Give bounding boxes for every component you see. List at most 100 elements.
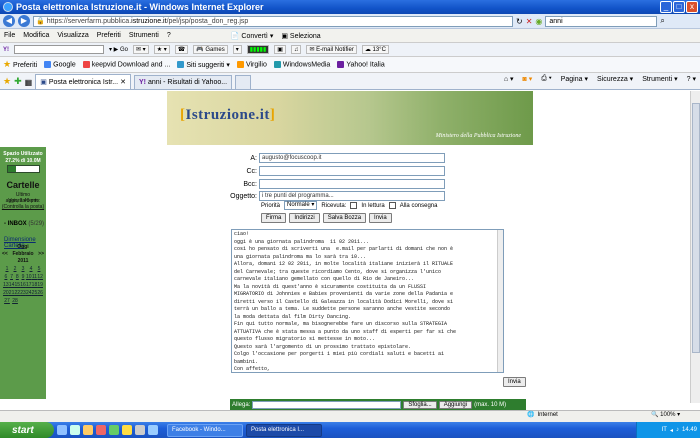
browse-button[interactable]: Sfoglia... <box>403 400 437 409</box>
calendar-today[interactable]: Oggi <box>2 244 44 251</box>
calendar-day[interactable]: 12 <box>37 273 43 281</box>
tools-menu[interactable]: Strumenti ▾ <box>642 75 677 83</box>
go-button[interactable]: ▾ ▶ Go <box>109 46 128 53</box>
email-notifier-button[interactable]: ✉ E-mail Notifier <box>306 45 357 54</box>
volume-icon[interactable]: ♪ <box>676 427 679 433</box>
select-button[interactable]: ▣ Seleziona <box>281 32 320 40</box>
scrollbar-thumb[interactable] <box>692 103 700 353</box>
menu-file[interactable]: File <box>4 32 15 39</box>
send-button-bottom[interactable]: Invia <box>503 377 526 387</box>
minimize-button[interactable]: _ <box>660 1 672 13</box>
start-button[interactable]: start <box>0 422 54 438</box>
add-favorite-icon[interactable]: ✚ <box>14 76 22 87</box>
calendar-day[interactable]: 26 <box>37 289 43 297</box>
tab-list-icon[interactable]: ▦ <box>25 78 33 87</box>
calendar-day[interactable]: 1 <box>3 265 11 273</box>
message-scrollbar[interactable] <box>497 230 503 372</box>
zoom-control[interactable]: 🔍 100% ▾ <box>651 411 680 418</box>
favorites-button[interactable]: ★ Preferiti <box>3 59 37 70</box>
toolbar-chip[interactable]: ▾ <box>232 45 242 54</box>
convert-button[interactable]: 📄 Convertì ▾ <box>231 32 274 40</box>
send-button[interactable]: Invia <box>369 213 392 223</box>
toolbar-chip[interactable]: ☎ <box>174 45 189 54</box>
cc-field[interactable] <box>259 166 445 176</box>
calendar-day[interactable]: 2 <box>11 265 19 273</box>
quicklaunch-app-icon[interactable] <box>122 425 132 435</box>
forward-icon[interactable]: ▶ <box>18 15 30 27</box>
tray-icon[interactable]: ◂ <box>670 427 673 434</box>
fav-windowsmedia[interactable]: WindowsMedia <box>273 60 330 68</box>
menu-help[interactable]: ? <box>167 32 171 39</box>
page-scrollbar[interactable] <box>690 91 700 403</box>
weather-widget[interactable]: ☁ 13°C <box>361 45 389 54</box>
quicklaunch-app-icon[interactable] <box>148 425 158 435</box>
mobile-widget[interactable]: ▮▮▮▮▮ <box>246 45 270 54</box>
bcc-field[interactable] <box>259 179 445 189</box>
feeds-icon[interactable]: ◙ ▾ <box>523 75 533 83</box>
back-icon[interactable]: ◀ <box>3 15 15 27</box>
add-attachment-button[interactable]: Aggiungi <box>438 400 473 409</box>
toolbar-search-field[interactable] <box>14 45 104 54</box>
calendar-day[interactable]: 5 <box>35 265 43 273</box>
toolbar-chip[interactable]: ★ ▾ <box>153 45 170 54</box>
fav-suggested[interactable]: Siti suggeriti ▾ <box>177 61 230 69</box>
calendar-day[interactable]: 3 <box>19 265 27 273</box>
calendar-day[interactable]: 28 <box>11 297 19 305</box>
calendar-day[interactable]: 19 <box>37 281 43 289</box>
print-icon[interactable]: ⎙ ▾ <box>541 75 552 83</box>
favorites-center-icon[interactable]: ★ <box>3 76 11 87</box>
calendar-next[interactable]: >> <box>38 251 44 265</box>
lang-indicator[interactable]: IT <box>662 427 667 433</box>
quicklaunch-ie-icon[interactable] <box>57 425 67 435</box>
attach-file-field[interactable] <box>252 400 402 409</box>
calendar-day[interactable]: 4 <box>27 265 35 273</box>
games-button[interactable]: 🎮 Games <box>193 45 228 54</box>
tab-close-icon[interactable]: ✕ <box>120 78 126 86</box>
addresses-button[interactable]: Indirizzi <box>289 213 320 223</box>
task-facebook[interactable]: Facebook - Windo... <box>167 423 243 437</box>
check-mail-link[interactable]: (Controlla la posta) <box>0 204 46 210</box>
fav-keepvid[interactable]: keepvid Download and ... <box>82 60 170 68</box>
close-button[interactable]: x <box>686 1 698 13</box>
toolbar-chip[interactable]: ✉ ▾ <box>132 45 149 54</box>
fav-google[interactable]: Google <box>44 60 76 68</box>
menu-tools[interactable]: Strumenti <box>129 32 159 39</box>
priority-select[interactable]: Normale ▾ <box>284 201 318 210</box>
home-icon[interactable]: ⌂ ▾ <box>504 75 514 83</box>
menu-view[interactable]: Visualizza <box>57 32 88 39</box>
sign-button[interactable]: Firma <box>261 213 287 223</box>
quicklaunch-desktop-icon[interactable] <box>70 425 80 435</box>
security-menu[interactable]: Sicurezza ▾ <box>597 75 633 83</box>
stop-icon[interactable]: ✕ <box>526 17 533 26</box>
subject-field[interactable]: i tre punti del programma... <box>259 191 445 201</box>
quicklaunch-app-icon[interactable] <box>135 425 145 435</box>
maximize-button[interactable]: □ <box>673 1 685 13</box>
calendar-day[interactable]: 27 <box>3 297 11 305</box>
menu-favorites[interactable]: Preferiti <box>97 32 121 39</box>
fav-yahoo[interactable]: Yahoo! Italia <box>337 60 385 68</box>
save-draft-button[interactable]: Salva Bozza <box>322 213 367 223</box>
search-provider-icon[interactable]: ◉ <box>535 17 542 26</box>
toolbar-chip[interactable]: ♫ <box>290 45 302 54</box>
new-tab-button[interactable] <box>235 75 252 89</box>
refresh-icon[interactable]: ↻ <box>516 17 523 26</box>
quicklaunch-media-icon[interactable] <box>83 425 93 435</box>
menu-edit[interactable]: Modifica <box>23 32 49 39</box>
to-field[interactable]: augusto@focuscoop.it <box>259 153 445 163</box>
tab-posta[interactable]: ▣ Posta elettronica Istr... ✕ <box>35 74 131 89</box>
folder-inbox[interactable]: - INBOX (5/29) <box>4 221 44 227</box>
toolbar-chip[interactable]: ▣ <box>274 45 286 54</box>
delivery-receipt-checkbox[interactable] <box>388 202 396 209</box>
search-icon[interactable]: ⌕ <box>660 16 664 26</box>
read-receipt-checkbox[interactable] <box>350 202 358 209</box>
message-body[interactable]: ciao! oggi è una giornata palindroma 11 … <box>231 229 504 373</box>
page-menu[interactable]: Pagina ▾ <box>561 75 588 83</box>
quicklaunch-app-icon[interactable] <box>109 425 119 435</box>
search-input[interactable]: anni <box>545 15 658 27</box>
quicklaunch-app-icon[interactable] <box>96 425 106 435</box>
tab-yahoo[interactable]: Y! anni - Risultati di Yahoo... <box>133 75 233 89</box>
fav-virgilio[interactable]: Virgilio <box>236 60 267 68</box>
help-menu[interactable]: ? ▾ <box>687 75 696 83</box>
url-input[interactable]: 🔒 https://serverfarm.pubblica. istruzione… <box>33 15 513 27</box>
task-posta[interactable]: Posta elettronica I... <box>246 423 322 437</box>
